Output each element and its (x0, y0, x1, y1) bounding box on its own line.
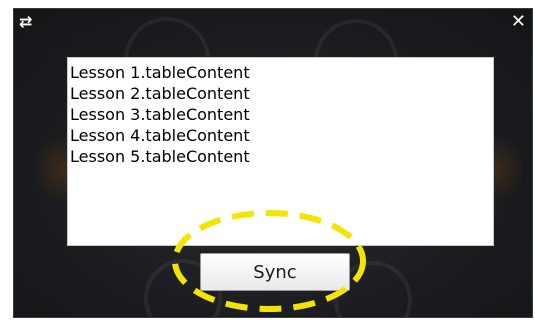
list-item[interactable]: Lesson 4.tableContent (70, 125, 493, 146)
list-item[interactable]: Lesson 1.tableContent (70, 62, 493, 83)
list-item[interactable]: Lesson 5.tableContent (70, 146, 493, 167)
close-icon[interactable]: ✕ (511, 13, 526, 31)
list-item[interactable]: Lesson 2.tableContent (70, 83, 493, 104)
swap-arrows-icon[interactable]: ⇄ (19, 13, 32, 31)
sync-button-label: Sync (253, 261, 297, 283)
sync-dialog: ⇄ ✕ Lesson 1.tableContent Lesson 2.table… (13, 8, 533, 318)
lesson-list: Lesson 1.tableContent Lesson 2.tableCont… (67, 57, 494, 246)
list-item[interactable]: Lesson 3.tableContent (70, 104, 493, 125)
sync-button[interactable]: Sync (200, 253, 350, 291)
